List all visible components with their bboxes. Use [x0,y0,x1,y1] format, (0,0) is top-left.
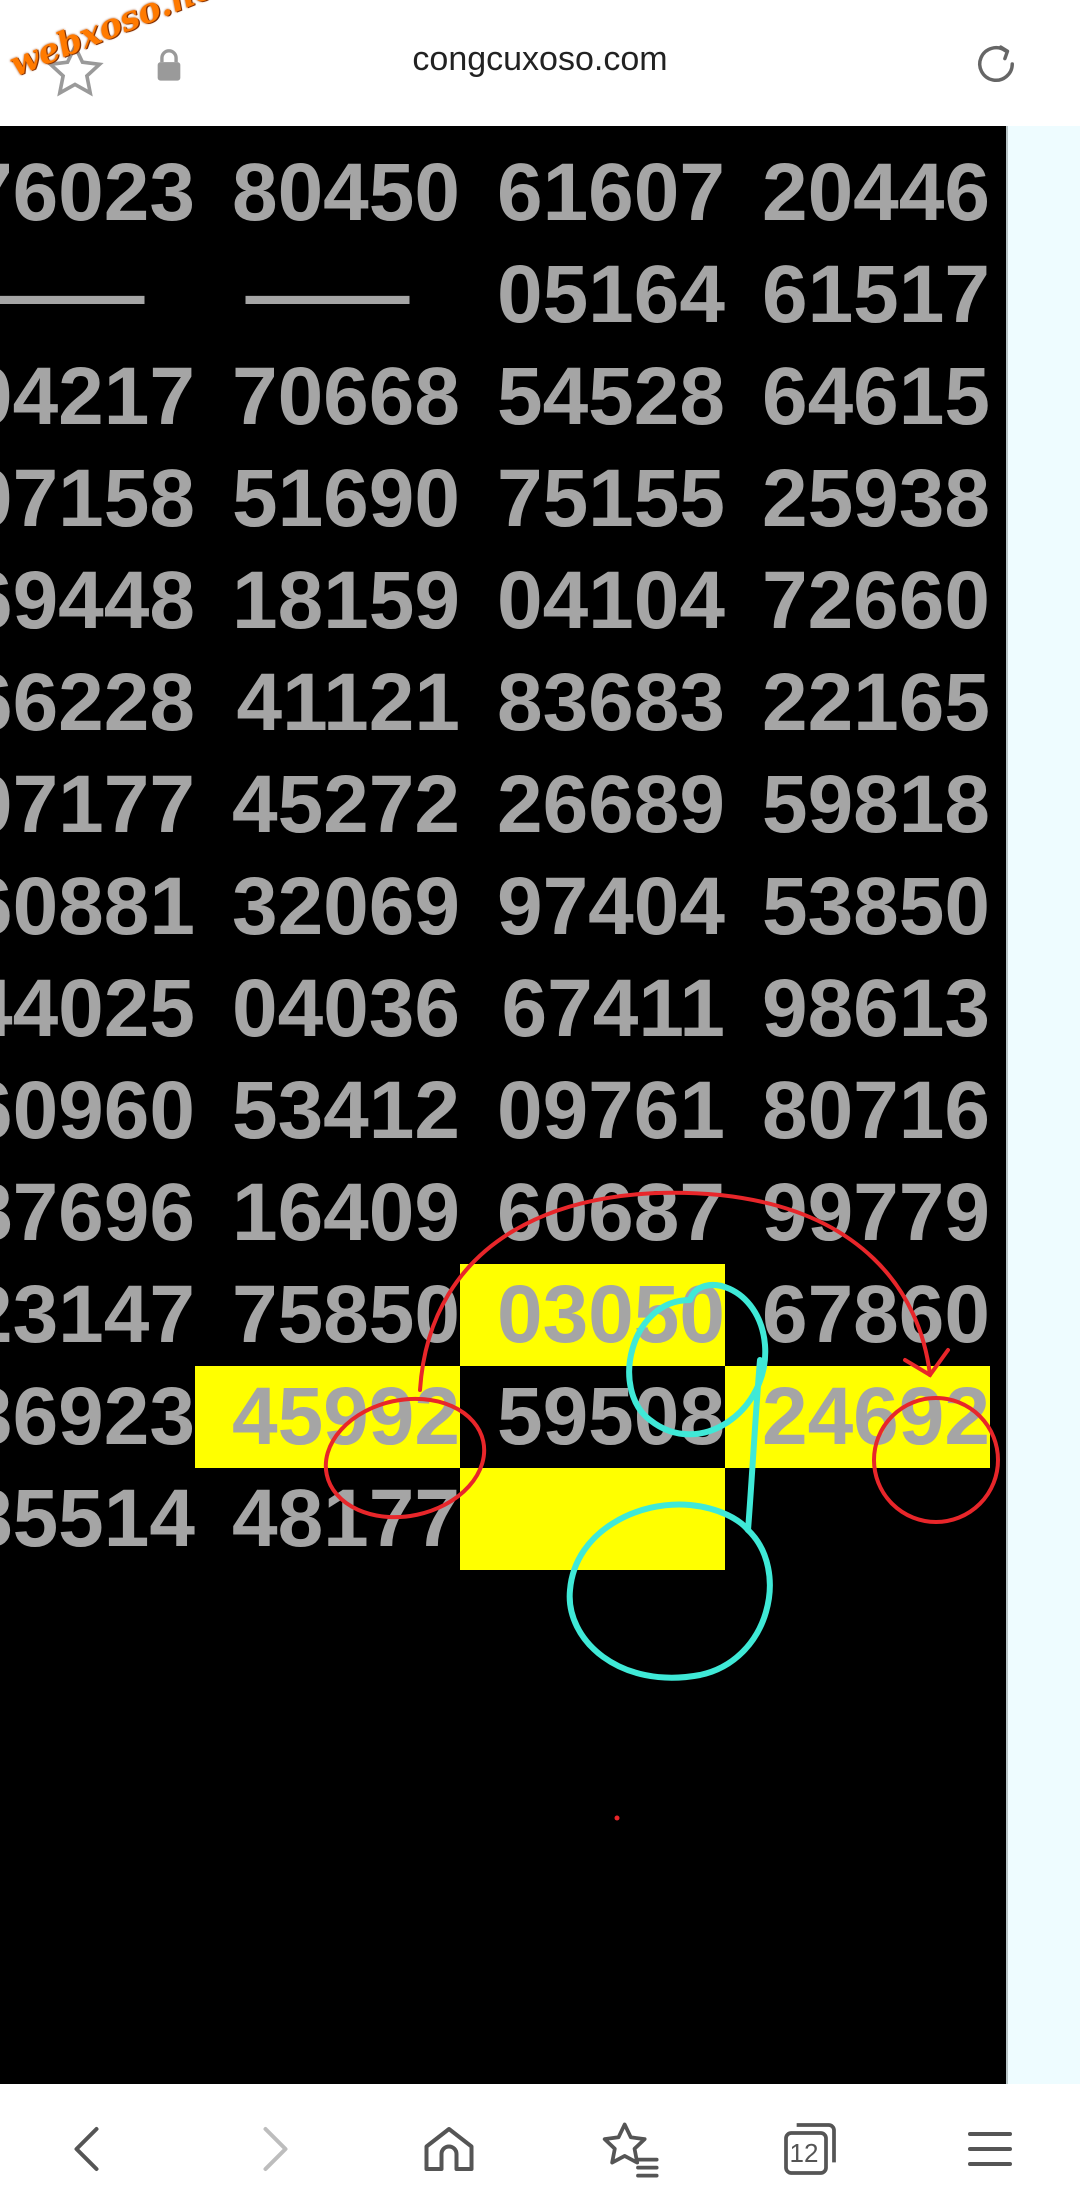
grid-cell: 53412 [231,1065,460,1156]
reload-icon[interactable] [970,38,1022,90]
url-text[interactable]: congcuxoso.com [0,40,1080,79]
grid-cell: 27233 [0,126,195,142]
grid-cell: 98613 [761,963,990,1054]
grid-cell: 59818 [761,759,990,850]
grid-cell: 59508 [496,1371,725,1462]
grid-cell: 48177 [231,1473,460,1564]
grid-cell: 07177 [0,759,195,850]
grid-cell: 44025 [0,963,195,1054]
grid-cell: 45272 [231,759,460,850]
grid-cell: 05164 [496,249,725,340]
grid-row: 44025 04036 67411 98613 [0,958,1008,1060]
bookmarks-button[interactable] [585,2104,675,2194]
chevron-left-icon [74,2127,99,2171]
grid-cell: 24692 [725,1366,990,1468]
grid-cell: 41121 [236,657,461,748]
grid-cell: 75850 [231,1269,460,1360]
grid-cell [460,1468,725,1570]
grid-cell: 16409 [231,1167,460,1258]
grid-row: 76023 80450 61607 20446 [0,142,1008,244]
grid-cell: 22165 [761,657,990,748]
grid-cell: 61517 [761,249,990,340]
grid-row: 07177 45272 26689 59818 [0,754,1008,856]
grid-cell: 36923 [0,1371,195,1462]
grid-cell: 53292 [725,126,990,142]
grid-cell: 60687 [496,1167,725,1258]
bottom-navigation: 12 [0,2084,1080,2210]
grid-cell: 83683 [496,657,725,748]
grid-row: 27233162366455853292 [0,126,1008,142]
grid-cell: 32069 [231,861,460,952]
grid-row: 85514 48177 [0,1468,1008,1570]
grid-cell: 80450 [231,147,460,238]
grid-cell: 87696 [0,1167,195,1258]
grid-cell: 26689 [496,759,725,850]
forward-button[interactable] [228,2104,318,2194]
grid-cell: 51690 [231,453,460,544]
page-side-margin [1006,126,1080,2084]
address-bar: webxoso.net congcuxoso.com [0,0,1080,126]
grid-cell: 85514 [0,1473,195,1564]
grid-cell: —— [0,249,145,340]
grid-row: 3692345992 5950824692 [0,1366,1008,1468]
grid-row: 23147 7585003050 67860 [0,1264,1008,1366]
grid-cell: 07158 [0,453,195,544]
grid-cell: 72660 [761,555,990,646]
results-page[interactable]: 27233162366455853292 76023 80450 61607 20446… [0,126,1008,2084]
tabs-button[interactable]: 12 [765,2104,855,2194]
grid-cell: 25938 [761,453,990,544]
home-icon [424,2127,474,2171]
hamburger-menu-icon [968,2132,1012,2166]
grid-cell: 75155 [496,453,725,544]
home-button[interactable] [404,2104,494,2194]
grid-row: 07158 51690 75155 25938 [0,448,1008,550]
grid-cell: 04217 [0,351,195,442]
grid-cell: 53850 [761,861,990,952]
grid-cell: 70668 [231,351,460,442]
grid-cell: 20446 [761,147,990,238]
grid-row: 60960 53412 09761 80716 [0,1060,1008,1162]
grid-row: 69448 18159 04104 72660 [0,550,1008,652]
grid-cell: 45992 [195,1366,460,1468]
grid-cell: 09761 [496,1065,725,1156]
tabs-count: 12 [789,2138,819,2168]
chevron-right-icon [263,2127,288,2171]
grid-cell: 16236 [195,126,460,142]
back-button[interactable] [44,2104,134,2194]
grid-cell: 23147 [0,1269,195,1360]
grid-cell: 64558 [460,126,725,142]
grid-cell: 67860 [761,1269,990,1360]
grid-row: 60881 32069 97404 53850 [0,856,1008,958]
grid-cell: —— [245,249,410,340]
grid-row: —— —— 05164 61517 [0,244,1008,346]
grid-cell: 76023 [0,147,195,238]
menu-button[interactable] [945,2104,1035,2194]
grid-cell [725,1468,990,1570]
grid-cell: 99779 [761,1167,990,1258]
grid-cell: 67411 [501,963,726,1054]
grid-cell: 80716 [761,1065,990,1156]
grid-cell: 54528 [496,351,725,442]
grid-cell: 61607 [496,147,725,238]
grid-cell: 18159 [231,555,460,646]
grid-cell: 69448 [0,555,195,646]
grid-cell: 64615 [761,351,990,442]
grid-row: 04217 70668 54528 64615 [0,346,1008,448]
star-list-icon [602,2122,659,2178]
grid-cell: 60960 [0,1065,195,1156]
grid-cell: 60881 [0,861,195,952]
grid-row: 87696 16409 60687 99779 [0,1162,1008,1264]
grid-row: 66228 41121 83683 22165 [0,652,1008,754]
grid-cell: 04104 [496,555,725,646]
grid-cell: 04036 [231,963,460,1054]
grid-cell: 66228 [0,657,195,748]
grid-cell: 03050 [460,1264,725,1366]
grid-cell: 97404 [496,861,725,952]
